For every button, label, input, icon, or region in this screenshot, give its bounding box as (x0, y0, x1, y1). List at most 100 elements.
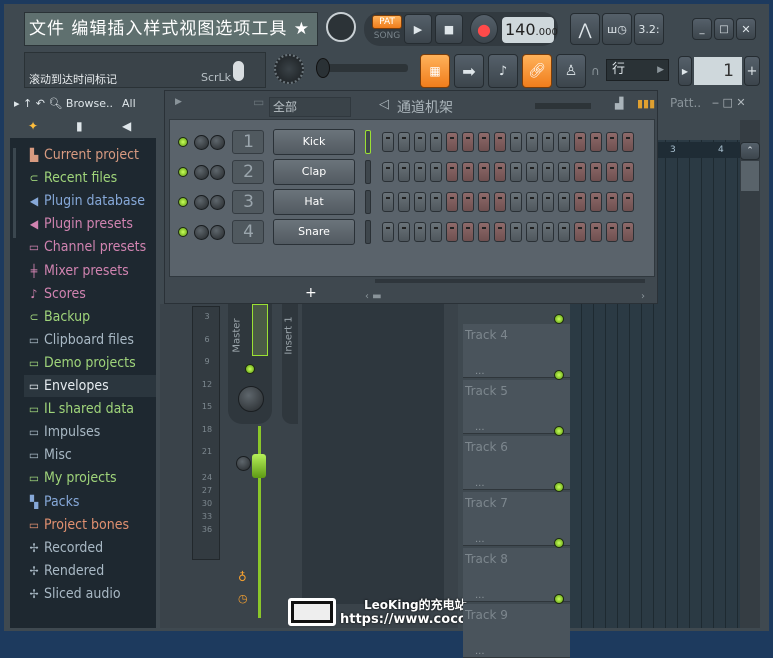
browser-item[interactable]: ▭ Impulses (24, 421, 156, 443)
pat-mode-button[interactable]: PAT (372, 15, 402, 29)
step-button[interactable] (526, 222, 538, 242)
step-sequencer-button[interactable]: ➡ (454, 54, 484, 88)
step-button[interactable] (430, 162, 442, 182)
track-enable-led[interactable] (554, 426, 564, 436)
step-button[interactable] (622, 192, 634, 212)
channel-enable-led[interactable] (178, 227, 188, 237)
playlist-window-buttons[interactable]: ‒ □ ✕ (712, 96, 746, 109)
step-button[interactable] (526, 132, 538, 152)
step-button[interactable] (414, 192, 426, 212)
channel-pan-knob[interactable] (194, 165, 209, 180)
channel-filter-select[interactable]: 全部 (269, 97, 351, 117)
master-volume-knob[interactable] (326, 12, 356, 42)
step-button[interactable] (398, 162, 410, 182)
channel-select-indicator[interactable] (365, 190, 371, 214)
channel-select-indicator[interactable] (365, 220, 371, 244)
step-button[interactable] (622, 132, 634, 152)
step-button[interactable] (398, 222, 410, 242)
browser-item[interactable]: ✢ Sliced audio (24, 583, 156, 605)
step-button[interactable] (414, 162, 426, 182)
playlist-scrollbar[interactable] (740, 120, 760, 628)
step-button[interactable] (526, 192, 538, 212)
step-button[interactable] (446, 162, 458, 182)
step-button[interactable] (478, 222, 490, 242)
step-button[interactable] (462, 132, 474, 152)
step-button[interactable] (510, 132, 522, 152)
playlist-track[interactable]: Track 5... (463, 380, 570, 434)
browser-scrollbar[interactable] (13, 148, 16, 238)
step-button[interactable] (558, 222, 570, 242)
file-tab-icon[interactable]: ▮ (76, 119, 83, 133)
step-button[interactable] (558, 162, 570, 182)
main-slider-handle[interactable] (316, 58, 330, 78)
step-button[interactable] (590, 222, 602, 242)
browser-item[interactable]: ▭ Channel presets (24, 236, 156, 258)
browser-item[interactable]: ▭ Project bones (24, 514, 156, 536)
channel-name-button[interactable]: Hat (273, 189, 355, 215)
song-mode-button[interactable]: SONG (372, 31, 402, 41)
browser-item[interactable]: ⊂ Backup (24, 306, 156, 328)
track-enable-led[interactable] (554, 314, 564, 324)
browser-item[interactable]: ◀ Plugin database (24, 190, 156, 212)
channel-name-button[interactable]: Kick (273, 129, 355, 155)
channel-volume-knob[interactable] (210, 225, 225, 240)
step-button[interactable] (462, 192, 474, 212)
channel-mixer-number[interactable]: 2 (232, 160, 264, 184)
browser-item[interactable]: ╪ Mixer presets (24, 260, 156, 282)
step-button[interactable] (382, 162, 394, 182)
step-button[interactable] (606, 132, 618, 152)
wait-record-button[interactable]: ш◷ (602, 13, 632, 45)
step-button[interactable] (478, 132, 490, 152)
rack-horizontal-scrollbar[interactable] (375, 279, 645, 283)
step-button[interactable] (430, 192, 442, 212)
step-button[interactable] (590, 162, 602, 182)
step-button[interactable] (462, 162, 474, 182)
step-button[interactable] (382, 222, 394, 242)
browser-filter[interactable]: All (122, 92, 136, 116)
scroll-up-button[interactable]: ⌃ (740, 142, 760, 160)
graph-icon[interactable]: ▟ (615, 97, 623, 110)
channel-enable-led[interactable] (178, 167, 188, 177)
rack-scroll-arrows[interactable]: ‹ ▬ › (365, 291, 645, 302)
master-pitch-knob[interactable] (274, 54, 304, 84)
step-button[interactable] (510, 222, 522, 242)
master-enable-led[interactable] (245, 364, 255, 374)
snap-select[interactable]: 行 ▶ (606, 59, 669, 81)
clock-icon[interactable]: ◷ (238, 592, 248, 605)
step-button[interactable] (414, 132, 426, 152)
browser-item[interactable]: ▭ Clipboard files (24, 329, 156, 351)
step-button[interactable] (606, 162, 618, 182)
step-button[interactable] (542, 132, 554, 152)
step-view-icon[interactable]: ▮▮▮ (637, 97, 655, 110)
step-button[interactable] (446, 132, 458, 152)
arrow-up-icon[interactable]: ▸ ↑ ↶ 🔍︎ (14, 97, 66, 110)
browser-item[interactable]: ✢ Recorded (24, 537, 156, 559)
rack-menu-arrow[interactable]: ▶ (175, 97, 182, 107)
step-button[interactable] (494, 162, 506, 182)
step-button[interactable] (430, 222, 442, 242)
browser-item[interactable]: ▭ Demo projects (24, 352, 156, 374)
browser-item[interactable]: ♪ Scores (24, 283, 156, 305)
browser-item[interactable]: ◀ Plugin presets (24, 213, 156, 235)
step-button[interactable] (382, 192, 394, 212)
step-button[interactable] (558, 132, 570, 152)
step-button[interactable] (478, 192, 490, 212)
metronome-button[interactable]: ⋀ (570, 13, 600, 45)
plugin-tab-icon[interactable]: ◀ (122, 119, 131, 133)
channel-volume-knob[interactable] (210, 195, 225, 210)
record-button[interactable]: ● (470, 14, 498, 44)
time-display-button[interactable]: 3.2: (634, 13, 664, 45)
playlist-track[interactable]: Track 8... (463, 548, 570, 602)
step-button[interactable] (574, 222, 586, 242)
track-enable-led[interactable] (554, 482, 564, 492)
pattern-number-field[interactable]: 1 (694, 57, 742, 85)
step-button[interactable] (574, 192, 586, 212)
step-button[interactable] (526, 162, 538, 182)
step-button[interactable] (590, 192, 602, 212)
scrollbar-thumb[interactable] (741, 161, 759, 191)
master-pan-knob[interactable] (238, 386, 264, 412)
channel-mixer-number[interactable]: 1 (232, 130, 264, 154)
master-fader-handle[interactable] (252, 454, 266, 478)
channel-pan-knob[interactable] (194, 195, 209, 210)
step-button[interactable] (542, 192, 554, 212)
